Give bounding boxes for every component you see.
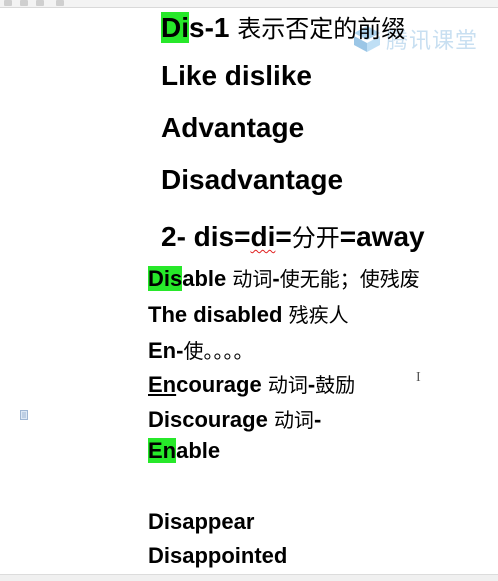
text-span: - [272,266,280,291]
chinese-text: 使。。。。 [183,339,254,363]
text-span: = [275,221,292,252]
text-span: 2- dis= [161,221,251,252]
line-disappointed: Disappointed [148,543,288,568]
text-cursor-icon: I [416,370,421,385]
chinese-text: 动词 [273,408,314,432]
text-span: able [176,438,221,463]
text-span: =away [339,221,425,252]
toolbar-strip [0,0,498,8]
toolbar-icon[interactable] [36,0,44,6]
spellcheck-word: di [250,221,276,252]
text-span: able [182,266,233,291]
line-dis-di-away: 2- dis=di=分开=away [161,218,425,253]
line-disable: Disable 动词-使无能；使残废 [148,263,420,292]
line-advantage: Advantage [161,112,305,143]
line-disadvantage: Disadvantage [161,164,344,195]
text-span: - [313,407,322,432]
text-span: Discourage [148,407,274,432]
toolbar-icon[interactable] [56,0,64,6]
chinese-text: 残疾人 [288,303,349,327]
text-span: s-1 [189,12,230,43]
line-encourage: Encourage 动词-鼓励 [148,369,355,398]
highlight-span: Dis [148,266,183,291]
line-the-disabled: The disabled 残疾人 [148,299,349,328]
paragraph-handle-icon[interactable] [20,410,29,420]
toolbar-icon[interactable] [4,0,12,6]
chinese-text: 表示否定的前缀 [237,15,406,43]
text-span: courage [176,372,268,397]
line-en: En-使。。。。 [148,335,253,364]
chinese-text: 动词 [267,373,308,397]
text-span: En- [148,338,184,363]
highlight-span: En [148,438,177,463]
line-dis-1: Dis-1 表示否定的前缀 [161,9,405,44]
text-span: The disabled [148,302,289,327]
line-discourage: Discourage 动词- [148,404,321,433]
chinese-text: 动词 [232,267,273,291]
line-disappear: Disappear [148,509,255,534]
line-like-dislike: Like dislike [161,60,312,91]
highlight-span: Di [161,12,189,43]
chinese-text: 鼓励 [315,373,356,397]
underlined-span: En [148,372,177,397]
toolbar-icon[interactable] [20,0,28,6]
line-enable: Enable [148,438,220,464]
chinese-text: 使无能；使残废 [279,267,420,291]
chinese-text: 分开 [291,224,340,252]
